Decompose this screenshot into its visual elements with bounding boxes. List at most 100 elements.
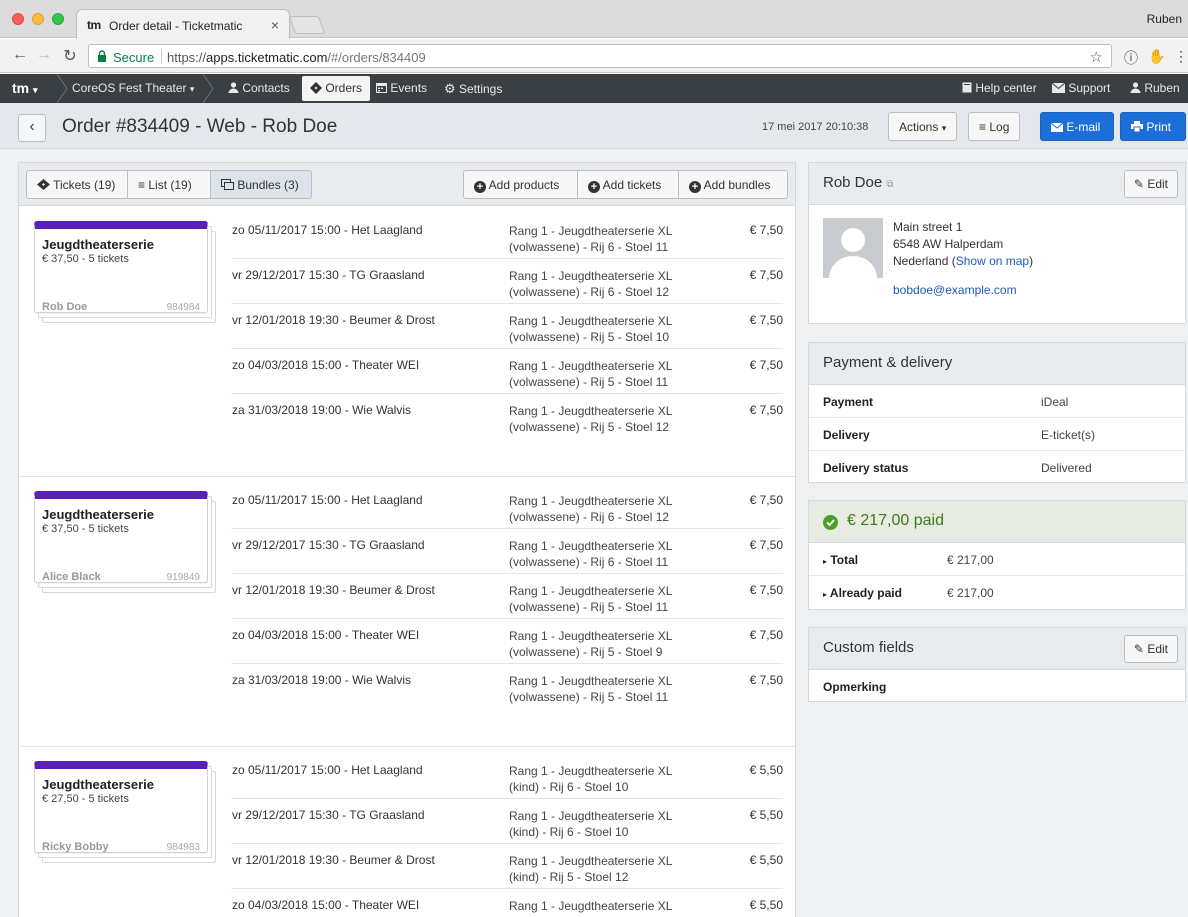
- browser-menu-icon[interactable]: ⋮: [1174, 48, 1188, 65]
- reload-icon[interactable]: ↻: [60, 46, 80, 66]
- bundle-card[interactable]: Jeugdtheaterserie € 37,50 - 5 tickets Ro…: [34, 221, 208, 313]
- browser-profile-name[interactable]: Ruben: [1147, 12, 1182, 26]
- ticket-event: vr 29/12/2017 15:30 - TG Graasland: [232, 538, 425, 552]
- ticket-seat-line2: (volwassene) - Rij 6 - Stoel 12: [509, 285, 670, 299]
- ticket-seat: Rang 1 - Jeugdtheaterserie XL (volwassene…: [509, 268, 729, 300]
- show-on-map-link[interactable]: Show on map: [956, 254, 1029, 268]
- bundle-holder: Alice Black: [42, 571, 101, 583]
- plus-circle-icon: +: [689, 181, 701, 193]
- ticket-row[interactable]: zo 04/03/2018 15:00 - Theater WEI Rang 1…: [231, 349, 783, 394]
- ticket-seat-line2: (volwassene) - Rij 5 - Stoel 11: [509, 690, 669, 704]
- print-button[interactable]: Print: [1120, 112, 1186, 141]
- actions-dropdown[interactable]: Actions ▾: [888, 112, 958, 141]
- ticket-event: vr 29/12/2017 15:30 - TG Graasland: [232, 808, 425, 822]
- ticket-price: € 7,50: [749, 313, 783, 327]
- delivery-status-value: Delivered: [1041, 461, 1092, 475]
- contact-name[interactable]: Rob Doe ⧉: [823, 174, 894, 191]
- ticket-row[interactable]: vr 12/01/2018 19:30 - Beumer & Drost Ran…: [231, 574, 783, 619]
- ticket-row[interactable]: vr 29/12/2017 15:30 - TG Graasland Rang …: [231, 529, 783, 574]
- book-icon: [962, 82, 972, 93]
- back-button[interactable]: ‹: [18, 114, 46, 142]
- opmerking-key: Opmerking: [823, 680, 887, 694]
- edit-contact-label: Edit: [1147, 177, 1168, 191]
- bookmark-star-icon[interactable]: ☆: [1090, 48, 1103, 66]
- add-bundles-button[interactable]: + Add bundles: [678, 170, 788, 199]
- nav-events[interactable]: Events: [376, 81, 427, 95]
- nav-settings[interactable]: ⚙ Settings: [444, 81, 502, 97]
- already-paid-row[interactable]: ▸ Already paid € 217,00: [809, 576, 1185, 609]
- caret-right-icon: ▸: [823, 557, 828, 566]
- bundle-card-stack: Jeugdtheaterserie € 37,50 - 5 tickets Al…: [34, 491, 216, 595]
- log-button[interactable]: ≡ Log: [968, 112, 1021, 141]
- tab-tickets[interactable]: Tickets (19): [26, 170, 128, 199]
- nav-help-center[interactable]: Help center: [962, 81, 1037, 95]
- nav-support[interactable]: Support: [1051, 81, 1110, 95]
- account-selector[interactable]: CoreOS Fest Theater ▾: [72, 81, 194, 95]
- url-host: apps.ticketmatic.com: [206, 50, 328, 65]
- email-button[interactable]: E-mail: [1040, 112, 1114, 141]
- forward-arrow-icon[interactable]: →: [34, 46, 54, 64]
- close-tab-icon[interactable]: ×: [271, 17, 279, 33]
- ticket-row[interactable]: za 31/03/2018 19:00 - Wie Walvis Rang 1 …: [231, 664, 783, 709]
- contact-email-link[interactable]: bobdoe@example.com: [893, 283, 1017, 297]
- tab-bundles[interactable]: Bundles (3): [210, 170, 312, 199]
- browser-toolbar: ← → ↻ Secure https://apps.ticketmatic.co…: [0, 39, 1188, 73]
- ticket-event: za 31/03/2018 19:00 - Wie Walvis: [232, 673, 411, 687]
- close-window-button[interactable]: [12, 13, 24, 25]
- tab-list[interactable]: ≡ List (19): [127, 170, 211, 199]
- nav-user-menu[interactable]: Ruben: [1130, 81, 1180, 95]
- nav-orders[interactable]: Orders: [302, 76, 371, 101]
- info-icon[interactable]: ⓘ: [1124, 48, 1138, 68]
- tab-title: Order detail - Ticketmatic: [109, 19, 243, 33]
- ticket-row[interactable]: zo 05/11/2017 15:00 - Het Laagland Rang …: [231, 214, 783, 259]
- contact-country-line: Nederland (Show on map): [893, 254, 1034, 268]
- url-text[interactable]: https://apps.ticketmatic.com/#/orders/83…: [167, 50, 426, 65]
- ticket-event: vr 29/12/2017 15:30 - TG Graasland: [232, 268, 425, 282]
- app-logo[interactable]: tm ▾: [12, 80, 38, 96]
- ticket-row[interactable]: vr 12/01/2018 19:30 - Beumer & Drost Ran…: [231, 304, 783, 349]
- bundle-card[interactable]: Jeugdtheaterserie € 27,50 - 5 tickets Ri…: [34, 761, 208, 853]
- bundle-card[interactable]: Jeugdtheaterserie € 37,50 - 5 tickets Al…: [34, 491, 208, 583]
- actions-label: Actions: [899, 120, 939, 134]
- total-key: ▸ Total: [823, 553, 858, 567]
- ticket-row[interactable]: zo 04/03/2018 15:00 - Theater WEI Rang 1…: [231, 889, 783, 917]
- bundle-subtitle: € 37,50 - 5 tickets: [42, 253, 129, 265]
- nav-contacts[interactable]: Contacts: [228, 81, 290, 95]
- bundle-number: 984984: [166, 302, 200, 313]
- maximize-window-button[interactable]: [52, 13, 64, 25]
- minimize-window-button[interactable]: [32, 13, 44, 25]
- ticket-seat-line2: (kind) - Rij 6 - Stoel 10: [509, 780, 629, 794]
- ticket-row[interactable]: zo 05/11/2017 15:00 - Het Laagland Rang …: [231, 754, 783, 799]
- ticket-event: vr 12/01/2018 19:30 - Beumer & Drost: [232, 313, 435, 327]
- back-arrow-icon[interactable]: ←: [10, 46, 30, 64]
- ticket-seat-line1: Rang 1 - Jeugdtheaterserie XL: [509, 764, 673, 778]
- browser-tab[interactable]: tm Order detail - Ticketmatic ×: [76, 9, 290, 39]
- envelope-icon: [1051, 82, 1066, 93]
- ticket-seat-line2: (volwassene) - Rij 5 - Stoel 10: [509, 330, 670, 344]
- url-scheme: https://: [167, 50, 207, 65]
- log-label: Log: [989, 120, 1010, 134]
- add-tickets-button[interactable]: + Add tickets: [577, 170, 679, 199]
- ticket-price: € 7,50: [749, 673, 783, 687]
- ticket-seat-line2: (kind) - Rij 6 - Stoel 10: [509, 825, 629, 839]
- nav-help-center-label: Help center: [975, 81, 1037, 95]
- tab-bundles-label: Bundles (3): [237, 178, 299, 192]
- address-bar[interactable]: Secure https://apps.ticketmatic.com/#/or…: [88, 44, 1112, 68]
- ticket-row[interactable]: zo 05/11/2017 15:00 - Het Laagland Rang …: [231, 484, 783, 529]
- extension-icon[interactable]: ✋: [1148, 48, 1165, 65]
- contact-header: Rob Doe ⧉ ✎ Edit: [809, 163, 1185, 205]
- ticket-row[interactable]: vr 29/12/2017 15:30 - TG Graasland Rang …: [231, 799, 783, 844]
- ticket-row[interactable]: zo 04/03/2018 15:00 - Theater WEI Rang 1…: [231, 619, 783, 664]
- ticket-row[interactable]: vr 29/12/2017 15:30 - TG Graasland Rang …: [231, 259, 783, 304]
- edit-contact-button[interactable]: ✎ Edit: [1123, 170, 1178, 198]
- ticket-row[interactable]: za 31/03/2018 19:00 - Wie Walvis Rang 1 …: [231, 394, 783, 439]
- ticket-seat-line2: (volwassene) - Rij 6 - Stoel 11: [509, 555, 669, 569]
- ticket-row[interactable]: vr 12/01/2018 19:30 - Beumer & Drost Ran…: [231, 844, 783, 889]
- add-products-button[interactable]: + Add products: [463, 170, 578, 199]
- total-row[interactable]: ▸ Total € 217,00: [809, 543, 1185, 576]
- check-circle-icon: [823, 515, 838, 530]
- edit-custom-fields-button[interactable]: ✎ Edit: [1123, 635, 1178, 663]
- caret-right-icon: ▸: [823, 590, 828, 599]
- new-tab-button[interactable]: [288, 16, 326, 34]
- nav-orders-label: Orders: [325, 81, 363, 95]
